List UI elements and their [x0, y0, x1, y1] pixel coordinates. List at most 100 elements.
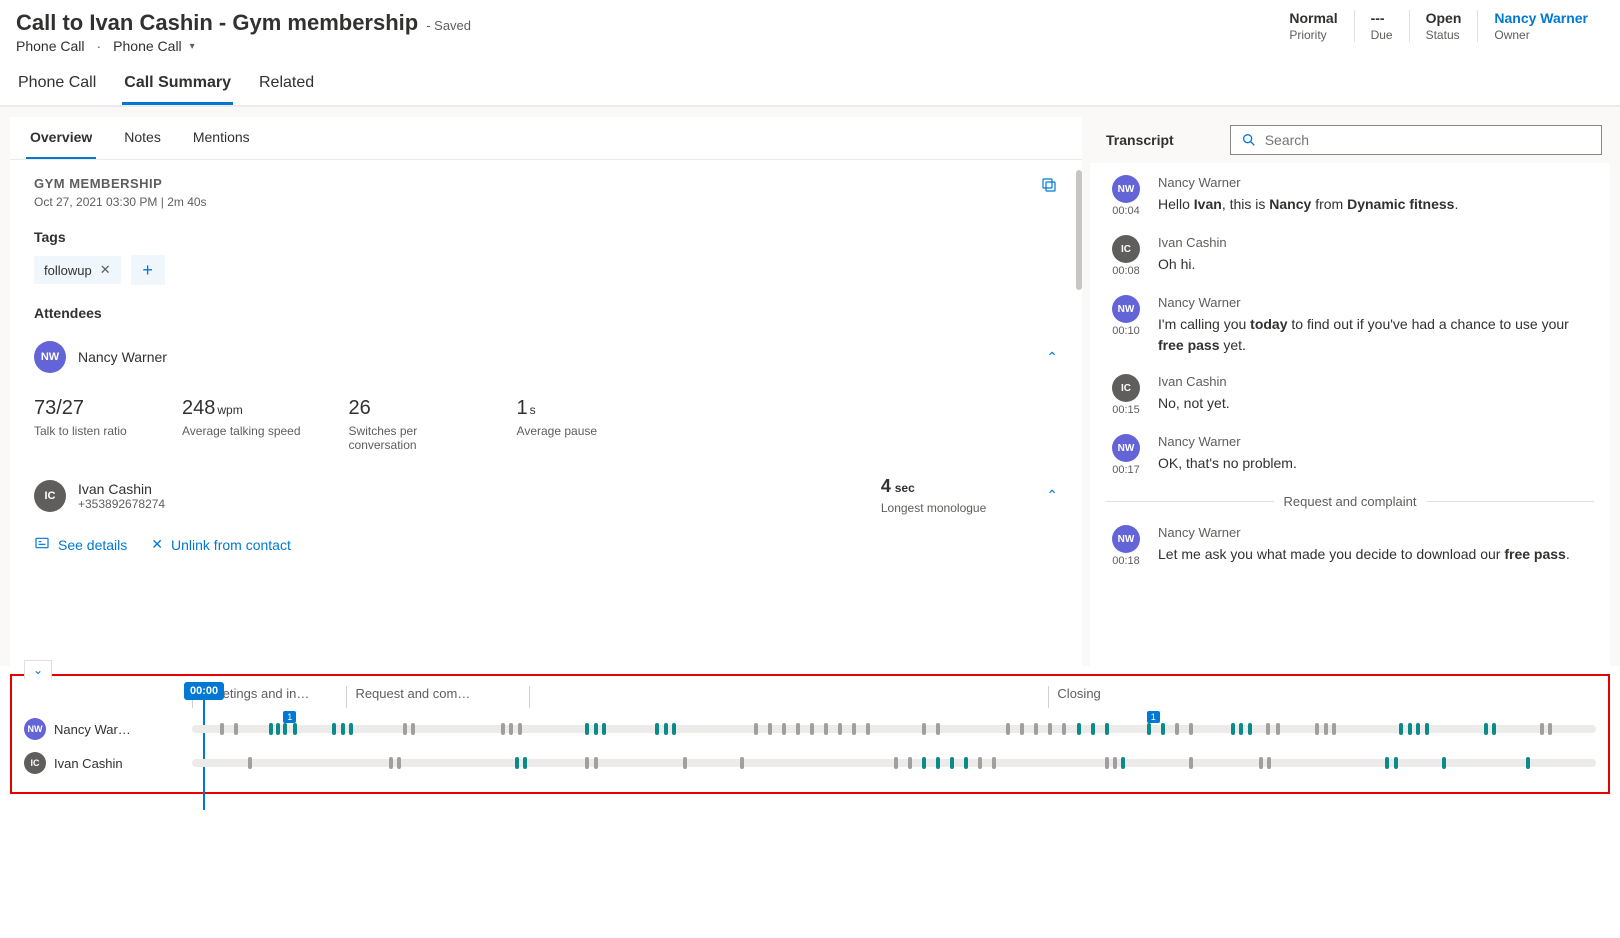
timeline-tick[interactable]	[1006, 723, 1010, 735]
timeline-tick[interactable]	[248, 757, 252, 769]
timeline-tick[interactable]	[1034, 723, 1038, 735]
header-field[interactable]: OpenStatus	[1409, 10, 1478, 42]
timeline-tick[interactable]	[1399, 723, 1403, 735]
timeline-tick[interactable]	[672, 723, 676, 735]
timeline-tick[interactable]	[992, 757, 996, 769]
inner-tab-mentions[interactable]: Mentions	[189, 117, 254, 159]
timeline-tick[interactable]	[922, 757, 926, 769]
timeline-tick[interactable]	[1161, 723, 1165, 735]
timeline-tick[interactable]	[824, 723, 828, 735]
timeline-tick[interactable]	[1408, 723, 1412, 735]
search-field[interactable]	[1265, 132, 1591, 148]
timeline-tick[interactable]	[782, 723, 786, 735]
timeline-tick[interactable]	[1121, 757, 1125, 769]
see-details-button[interactable]: See details	[34, 535, 127, 554]
timeline-tick[interactable]	[1231, 723, 1235, 735]
timeline-tick[interactable]	[1324, 723, 1328, 735]
copy-icon[interactable]	[1040, 176, 1058, 197]
timeline-tick[interactable]	[220, 723, 224, 735]
timeline-tick[interactable]	[866, 723, 870, 735]
timeline-tick[interactable]	[585, 723, 589, 735]
add-tag-button[interactable]: +	[131, 255, 165, 285]
timeline-tick[interactable]	[936, 757, 940, 769]
timeline-tick[interactable]	[1175, 723, 1179, 735]
inner-tab-overview[interactable]: Overview	[26, 117, 96, 159]
timeline-tick[interactable]	[810, 723, 814, 735]
transcript-message[interactable]: IC 00:15 Ivan Cashin No, not yet.	[1106, 374, 1594, 416]
timeline-tick[interactable]	[1442, 757, 1446, 769]
unlink-button[interactable]: ✕ Unlink from contact	[151, 535, 291, 554]
chevron-up-icon[interactable]: ⌃	[1046, 349, 1058, 366]
scrollbar-thumb[interactable]	[1076, 170, 1082, 290]
timeline-tick[interactable]	[1020, 723, 1024, 735]
timeline-tick[interactable]	[1416, 723, 1420, 735]
timeline-tick[interactable]	[1113, 757, 1117, 769]
tab-call-summary[interactable]: Call Summary	[122, 66, 233, 105]
timeline-track[interactable]: 11	[192, 725, 1596, 733]
chevron-up-icon[interactable]: ⌃	[1046, 487, 1058, 504]
timeline-tick[interactable]	[1062, 723, 1066, 735]
tab-phone-call[interactable]: Phone Call	[16, 66, 98, 105]
timeline-tick[interactable]	[1425, 723, 1429, 735]
timeline-tick[interactable]	[602, 723, 606, 735]
timeline-tick[interactable]	[518, 723, 522, 735]
timeline-tick[interactable]	[1266, 723, 1270, 735]
timeline-tick[interactable]	[594, 757, 598, 769]
timeline-tick[interactable]	[796, 723, 800, 735]
timeline-tick[interactable]	[1526, 757, 1530, 769]
timeline-tick[interactable]	[1267, 757, 1271, 769]
close-icon[interactable]: ✕	[100, 262, 111, 278]
collapse-button[interactable]: ⌄	[24, 660, 52, 679]
timeline-segment[interactable]: Request and com…	[346, 686, 529, 708]
timeline-tick[interactable]	[515, 757, 519, 769]
header-field[interactable]: NormalPriority	[1273, 10, 1353, 42]
timeline-tick[interactable]	[585, 757, 589, 769]
header-field[interactable]: Nancy WarnerOwner	[1477, 10, 1604, 42]
timeline-tick[interactable]	[1048, 723, 1052, 735]
timeline-tick[interactable]	[523, 757, 527, 769]
timeline-tick[interactable]	[964, 757, 968, 769]
timeline-segment[interactable]	[529, 686, 1048, 708]
transcript-message[interactable]: NW 00:10 Nancy Warner I'm calling you to…	[1106, 295, 1594, 356]
timeline-tick[interactable]	[1492, 723, 1496, 735]
timeline-tick[interactable]	[1189, 757, 1193, 769]
timeline-tick[interactable]	[838, 723, 842, 735]
timeline-tick[interactable]	[1077, 723, 1081, 735]
form-selector[interactable]: Phone Call	[113, 38, 182, 54]
timeline-tick[interactable]	[664, 723, 668, 735]
timeline-tick[interactable]	[740, 757, 744, 769]
timeline-tick[interactable]	[1540, 723, 1544, 735]
timeline-tick[interactable]	[683, 757, 687, 769]
timeline-tick[interactable]	[1276, 723, 1280, 735]
timeline-tick[interactable]	[1105, 757, 1109, 769]
timeline-tick[interactable]	[594, 723, 598, 735]
timeline-tick[interactable]	[293, 723, 297, 735]
timeline-tick[interactable]	[1105, 723, 1109, 735]
timeline-tick[interactable]	[403, 723, 407, 735]
timeline-tick[interactable]	[269, 723, 273, 735]
timeline-tick[interactable]	[234, 723, 238, 735]
timeline-tick[interactable]	[852, 723, 856, 735]
timeline-tick[interactable]	[501, 723, 505, 735]
tag-followup[interactable]: followup ✕	[34, 256, 121, 284]
transcript-message[interactable]: IC 00:08 Ivan Cashin Oh hi.	[1106, 235, 1594, 277]
timeline-segment[interactable]: Closing	[1048, 686, 1596, 708]
timeline-tick[interactable]	[894, 757, 898, 769]
tab-related[interactable]: Related	[257, 66, 316, 105]
breadcrumb[interactable]: Phone Call Phone Call ▾	[16, 38, 471, 54]
timeline-tick[interactable]	[349, 723, 353, 735]
timeline-tick[interactable]	[1548, 723, 1552, 735]
timeline-tick[interactable]	[1147, 723, 1151, 735]
inner-tab-notes[interactable]: Notes	[120, 117, 165, 159]
timeline-tick[interactable]	[411, 723, 415, 735]
timeline-track[interactable]	[192, 759, 1596, 767]
timeline-tick[interactable]	[389, 757, 393, 769]
timeline-tick[interactable]	[1332, 723, 1336, 735]
timeline-tick[interactable]	[1259, 757, 1263, 769]
transcript-message[interactable]: NW 00:18 Nancy Warner Let me ask you wha…	[1106, 525, 1594, 567]
timeline-tick[interactable]	[1239, 723, 1243, 735]
timeline-tick[interactable]	[1385, 757, 1389, 769]
timeline-tick[interactable]	[1315, 723, 1319, 735]
timeline-tick[interactable]	[283, 723, 287, 735]
timeline-marker[interactable]: 1	[1147, 711, 1160, 723]
